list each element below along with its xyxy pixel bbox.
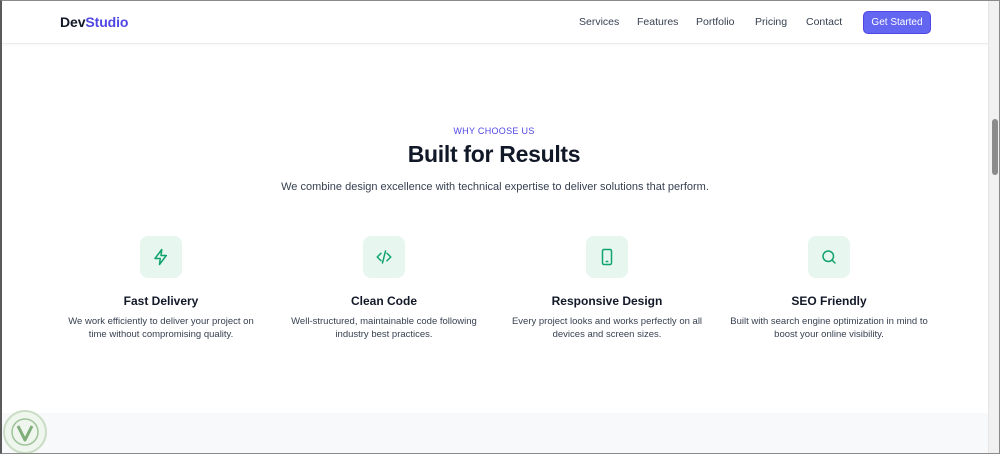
feature-title: Clean Code bbox=[350, 294, 417, 308]
nav-link-features[interactable]: Features bbox=[637, 16, 696, 28]
section-eyebrow: WHY CHOOSE US bbox=[453, 126, 535, 136]
smartphone-icon bbox=[586, 236, 628, 278]
navbar: DevStudio Services Features Portfolio Pr… bbox=[0, 0, 988, 44]
feature-card-seo-friendly: SEO Friendly Built with search engine op… bbox=[724, 236, 934, 341]
section-title: Built for Results bbox=[407, 141, 581, 167]
watermark-logo-icon bbox=[3, 410, 47, 454]
feature-title: Responsive Design bbox=[551, 294, 663, 308]
nav-link-pricing[interactable]: Pricing bbox=[755, 16, 806, 28]
nav-link-contact[interactable]: Contact bbox=[806, 16, 856, 28]
next-section bbox=[0, 413, 988, 454]
feature-title: SEO Friendly bbox=[791, 294, 867, 308]
nav-link-portfolio[interactable]: Portfolio bbox=[696, 16, 755, 28]
logo[interactable]: DevStudio bbox=[60, 14, 128, 30]
feature-card-fast-delivery: Fast Delivery We work efficiently to del… bbox=[56, 236, 266, 341]
feature-description: Every project looks and works perfectly … bbox=[511, 316, 703, 340]
nav-link-services[interactable]: Services bbox=[579, 16, 637, 28]
feature-description: Well-structured, maintainable code follo… bbox=[291, 316, 477, 340]
scrollbar[interactable] bbox=[988, 0, 1000, 454]
nav-links: Services Features Portfolio Pricing Cont… bbox=[579, 16, 856, 28]
search-icon bbox=[808, 236, 850, 278]
lightning-icon bbox=[140, 236, 182, 278]
feature-card-clean-code: Clean Code Well-structured, maintainable… bbox=[279, 236, 489, 341]
logo-part-dev: Dev bbox=[60, 14, 86, 30]
section-subtitle: We combine design excellence with techni… bbox=[281, 181, 709, 193]
logo-part-studio: Studio bbox=[85, 14, 129, 30]
scrollbar-thumb[interactable] bbox=[992, 119, 998, 175]
feature-description: We work efficiently to deliver your proj… bbox=[68, 316, 254, 340]
page-viewport: DevStudio Services Features Portfolio Pr… bbox=[0, 0, 988, 454]
feature-card-responsive-design: Responsive Design Every project looks an… bbox=[502, 236, 712, 341]
get-started-button[interactable]: Get Started bbox=[863, 11, 931, 34]
feature-description: Built with search engine optimization in… bbox=[730, 316, 928, 340]
code-icon bbox=[363, 236, 405, 278]
feature-title: Fast Delivery bbox=[123, 294, 199, 308]
